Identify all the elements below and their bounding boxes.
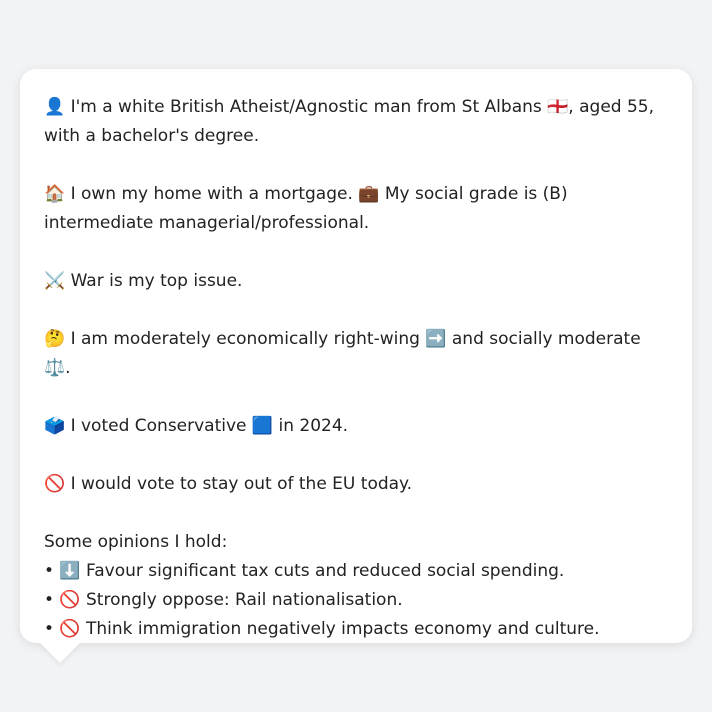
eu-line: 🚫 I would vote to stay out of the EU tod…	[44, 474, 413, 494]
opinion-item: • 🚫 Strongly oppose: Rail nationalisatio…	[44, 590, 403, 610]
opinions-list: • ⬇️ Favour significant tax cuts and red…	[44, 557, 668, 644]
persona-card: 👤 I'm a white British Atheist/Agnostic m…	[20, 69, 692, 643]
identity-line: 👤 I'm a white British Atheist/Agnostic m…	[44, 97, 655, 146]
ideology-line: 🤔 I am moderately economically right-win…	[44, 329, 641, 378]
home-line: 🏠 I own my home with a mortgage. 💼 My so…	[44, 184, 568, 233]
opinion-item: • 🚫 Think immigration negatively impacts…	[44, 619, 600, 639]
top-issue-line: ⚔️ War is my top issue.	[44, 271, 243, 291]
opinions-heading: Some opinions I hold:	[44, 532, 228, 552]
opinion-item: • ⬇️ Favour significant tax cuts and red…	[44, 561, 565, 581]
vote-line: 🗳️ I voted Conservative 🟦 in 2024.	[44, 416, 349, 436]
speech-bubble-tail	[40, 643, 80, 663]
